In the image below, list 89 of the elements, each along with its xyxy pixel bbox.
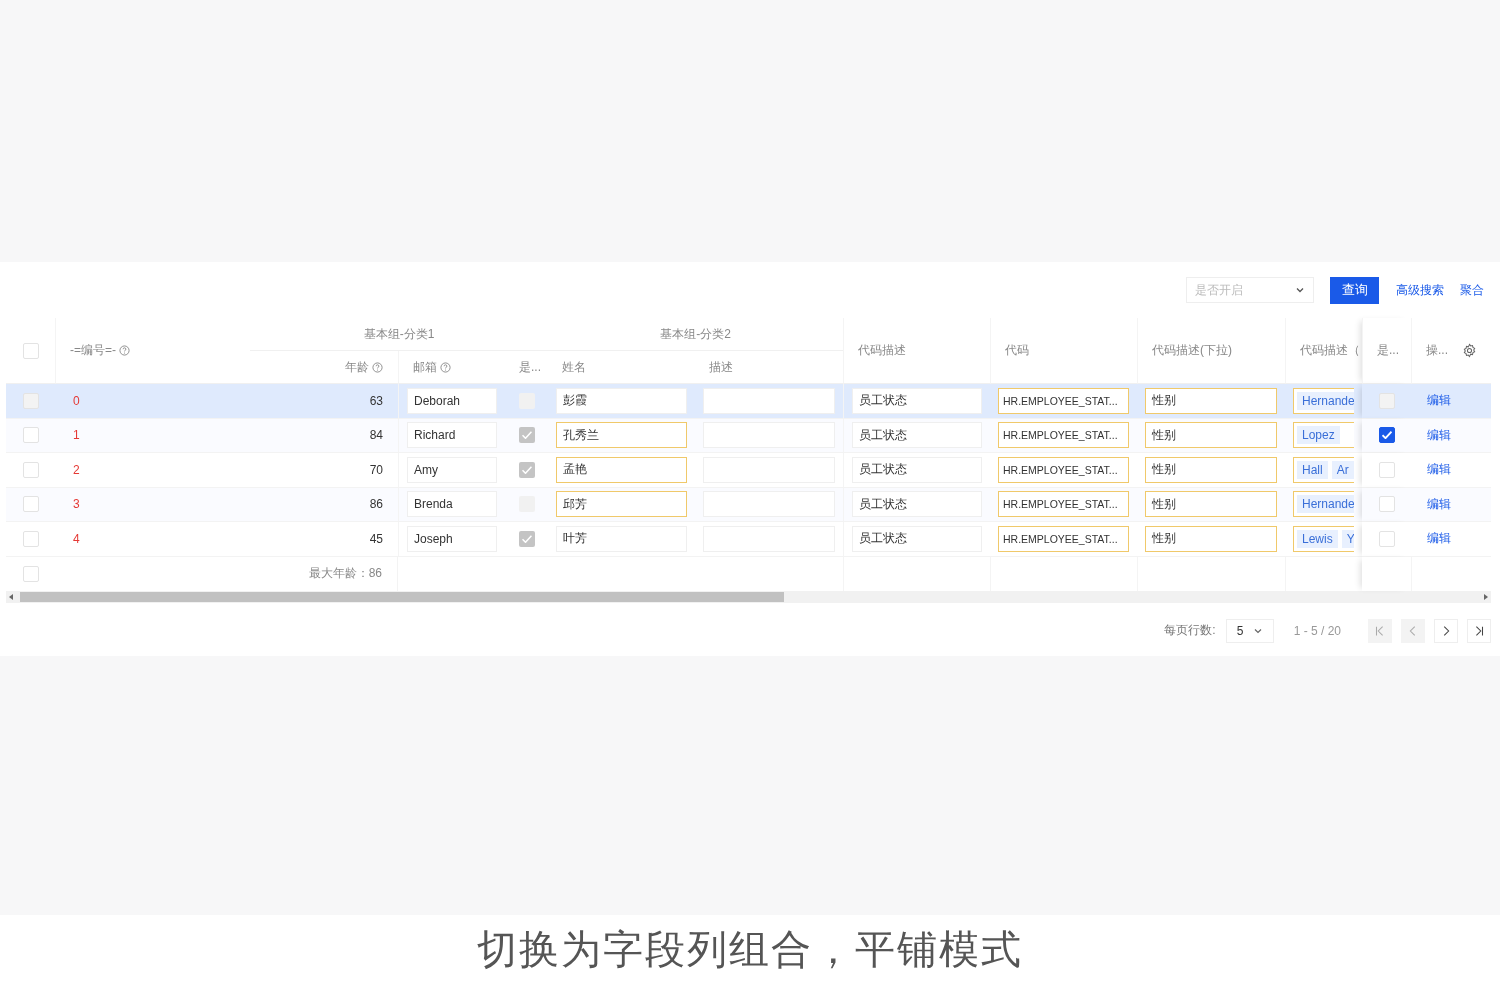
last-page-button[interactable] [1467, 618, 1491, 643]
column-header: 代码描述(下拉) [1152, 342, 1232, 359]
code-select[interactable]: 性别 [1145, 491, 1277, 518]
summary-checkbox[interactable] [22, 565, 39, 582]
column-header: 代码描述 [858, 342, 906, 359]
help-icon [440, 361, 451, 373]
code-description-field[interactable]: 员工状态 [852, 525, 982, 552]
toolbar-link[interactable]: 聚合 [1460, 281, 1484, 299]
tag: Lewis [1297, 529, 1338, 548]
edit-link[interactable]: 编辑 [1419, 530, 1451, 548]
name-field[interactable]: 孟艳 [556, 456, 687, 483]
page-size-select[interactable]: 5 [1225, 618, 1274, 643]
email-field[interactable]: Joseph [407, 525, 497, 552]
table-cell: 84 [369, 428, 383, 443]
code-field[interactable]: HR.EMPLOYEE_STAT... [998, 456, 1129, 483]
help-icon [119, 345, 130, 356]
tag-field[interactable]: Lopez [1293, 422, 1354, 449]
name-field[interactable]: 彭霞 [556, 387, 687, 414]
rows-per-page-label: 每页行数: [1164, 622, 1216, 639]
row-checkbox[interactable] [22, 530, 39, 547]
summary-text: 最大年龄：86 [308, 565, 382, 582]
caption-text: 切换为字段列组合，平铺模式 [477, 926, 1023, 973]
table-cell-text: 1 [72, 428, 80, 443]
group-header: 基本组-分类2 [660, 325, 731, 343]
code-description-field[interactable]: 员工状态 [852, 456, 982, 483]
check-icon [521, 465, 532, 474]
column-header: 描述 [709, 358, 733, 376]
code-field[interactable]: HR.EMPLOYEE_STAT... [998, 525, 1129, 552]
scroll-right-icon[interactable] [1483, 593, 1489, 600]
next-page-button[interactable] [1434, 618, 1458, 643]
chevron-down-icon [1295, 285, 1305, 295]
column-header: -=编号=- [70, 342, 116, 359]
query-button[interactable]: 查询 [1330, 276, 1379, 304]
tag-field[interactable]: Lewis Y [1293, 525, 1354, 552]
column-header: 操... [1426, 342, 1448, 359]
table-cell: 86 [369, 497, 383, 512]
column-header: 是... [1377, 342, 1399, 359]
name-field[interactable]: 叶芳 [556, 525, 687, 552]
code-select[interactable]: 性别 [1145, 525, 1277, 552]
row-checkbox[interactable] [22, 427, 39, 444]
code-description-field[interactable]: 员工状态 [852, 491, 982, 518]
table-cell-text: 4 [72, 531, 80, 546]
tag: Lopez [1297, 426, 1340, 445]
email-field[interactable]: Richard [407, 422, 497, 449]
edit-link[interactable]: 编辑 [1419, 461, 1451, 479]
tag: Y [1341, 529, 1354, 548]
toolbar-link[interactable]: 高级搜索 [1396, 281, 1444, 299]
table-cell: 63 [369, 393, 383, 408]
row-checkbox[interactable] [22, 392, 39, 409]
check-icon [521, 431, 532, 440]
table-cell: 70 [369, 462, 383, 477]
enabled-checkbox[interactable] [1378, 427, 1395, 444]
email-field[interactable]: Deborah [407, 387, 497, 414]
description-field[interactable] [703, 387, 835, 414]
code-field[interactable]: HR.EMPLOYEE_STAT... [998, 491, 1129, 518]
check-icon [1381, 431, 1392, 440]
column-header: 是... [519, 358, 541, 376]
tag: Ar [1331, 460, 1354, 479]
help-icon [372, 361, 383, 373]
code-field[interactable]: HR.EMPLOYEE_STAT... [998, 387, 1129, 414]
code-description-field[interactable]: 员工状态 [852, 422, 982, 449]
code-field[interactable]: HR.EMPLOYEE_STAT... [998, 422, 1129, 449]
column-header: 姓名 [562, 358, 586, 376]
table-cell-text: 0 [72, 393, 80, 408]
table-cell: 45 [369, 531, 383, 546]
code-select[interactable]: 性别 [1145, 422, 1277, 449]
settings-icon[interactable] [1462, 343, 1477, 358]
page-range: 1 - 5 / 20 [1293, 623, 1341, 638]
column-header: 代码 [1005, 342, 1029, 359]
table-cell-text: 2 [72, 462, 80, 477]
group-header: 基本组-分类1 [363, 325, 435, 343]
tag: Hall [1297, 460, 1328, 479]
code-select[interactable]: 性别 [1145, 387, 1277, 414]
table-cell-text: 3 [72, 497, 80, 512]
check-icon [521, 534, 532, 543]
row-checkbox[interactable] [22, 496, 39, 513]
code-select[interactable]: 性别 [1145, 456, 1277, 483]
column-header: 年龄 [345, 358, 369, 376]
column-header: 代码描述（ [1300, 342, 1360, 359]
scroll-left-icon[interactable] [8, 593, 14, 600]
email-field[interactable]: Brenda [407, 491, 497, 518]
select-all-checkbox[interactable] [22, 342, 39, 359]
column-header: 邮箱 [413, 358, 437, 376]
name-field[interactable]: 邱芳 [556, 491, 687, 518]
tag-field[interactable]: Hall Ar [1293, 456, 1354, 483]
name-field[interactable]: 孔秀兰 [556, 422, 687, 449]
email-field[interactable]: Amy [407, 456, 497, 483]
row-checkbox[interactable] [22, 461, 39, 478]
code-description-field[interactable]: 员工状态 [852, 387, 982, 414]
